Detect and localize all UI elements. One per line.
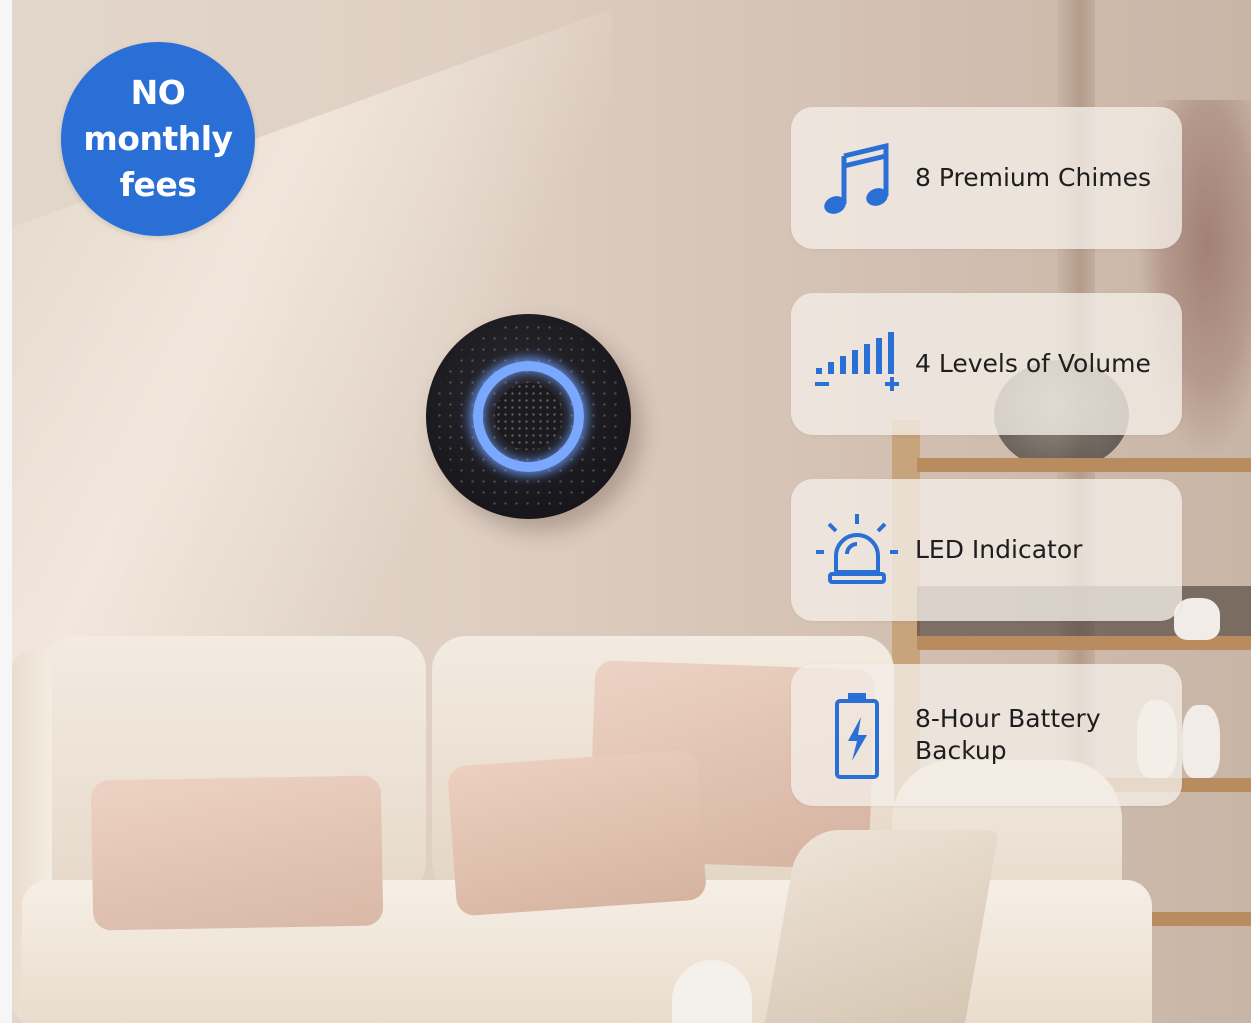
volume-levels-icon [809, 317, 905, 413]
shelf [917, 458, 1251, 472]
no-monthly-fees-badge: NO monthly fees [61, 42, 255, 236]
battery-icon [809, 688, 905, 784]
center-grille [495, 383, 562, 450]
feature-card-battery: 8-Hour Battery Backup [791, 664, 1182, 806]
badge-text: NO monthly fees [83, 73, 233, 204]
doorbell-chime-device [426, 314, 631, 519]
feature-label: 8-Hour Battery Backup [915, 704, 1101, 765]
pillow [90, 775, 384, 931]
feature-label: 4 Levels of Volume [915, 349, 1151, 378]
vase [1182, 705, 1220, 778]
feature-card-led: LED Indicator [791, 479, 1182, 621]
left-strip [0, 0, 12, 1023]
pillow [447, 749, 707, 917]
feature-card-chimes: 8 Premium Chimes [791, 107, 1182, 249]
feature-label: LED Indicator [915, 535, 1083, 564]
feature-label: 8 Premium Chimes [915, 163, 1152, 192]
music-note-icon [809, 131, 905, 227]
blanket [764, 830, 1000, 1023]
feature-card-volume: 4 Levels of Volume [791, 293, 1182, 435]
siren-light-icon [809, 503, 905, 599]
